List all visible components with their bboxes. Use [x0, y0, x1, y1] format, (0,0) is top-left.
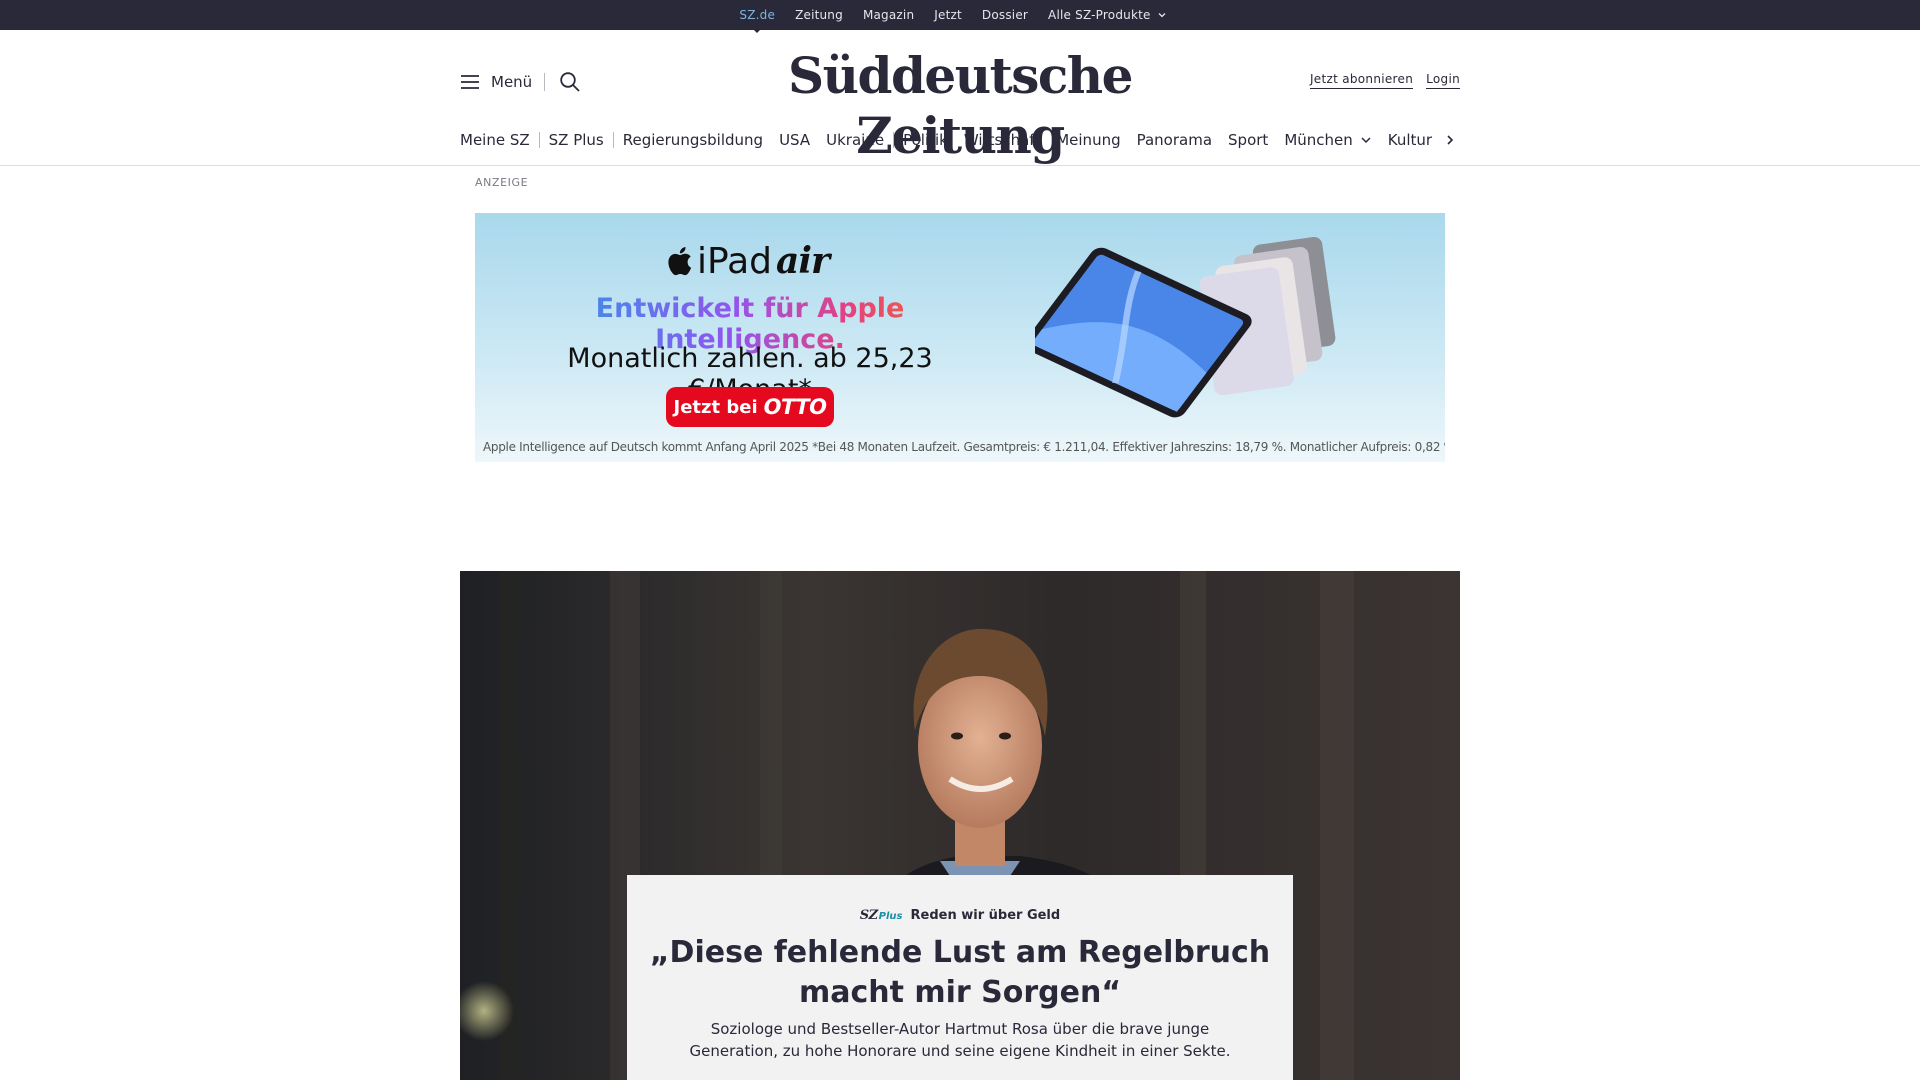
- nav-item-muenchen[interactable]: München: [1284, 131, 1371, 149]
- nav-item-kultur[interactable]: Kultur: [1388, 131, 1432, 149]
- chevron-down-icon: [1361, 137, 1371, 144]
- ad-footnote: Apple Intelligence auf Deutsch kommt Anf…: [483, 440, 1445, 454]
- all-products-dropdown[interactable]: Alle SZ-Produkte: [1048, 8, 1167, 22]
- subscribe-link[interactable]: Jetzt abonnieren: [1309, 72, 1414, 89]
- teaser-headline[interactable]: „Diese fehlende Lust am Regelbruch macht…: [647, 933, 1273, 1012]
- product-link-magazin[interactable]: Magazin: [863, 8, 914, 22]
- product-links: SZ.de Zeitung Magazin Jetzt Dossier Alle…: [739, 8, 1166, 22]
- ad-brand-suffix: air: [776, 240, 830, 282]
- article-teaser-card[interactable]: SZ Plus Reden wir über Geld „Diese fehle…: [627, 875, 1293, 1080]
- header-divider: [0, 165, 1920, 166]
- menu-label: Menü: [491, 73, 533, 91]
- ad-brand-name: iPad: [697, 240, 773, 282]
- section-navigation: Meine SZ SZ Plus Regierungsbildung USA U…: [460, 126, 1460, 154]
- ad-brand: iPad air: [665, 240, 830, 282]
- nav-scroll-right-button[interactable]: [1440, 130, 1460, 150]
- sz-plus-badge: SZ Plus: [860, 908, 903, 923]
- nav-item-muenchen-label: München: [1284, 131, 1353, 149]
- site-header: Menü Süddeutsche Zeitung Jetzt abonniere…: [460, 30, 1460, 165]
- ad-cta-brand: OTTO: [763, 395, 827, 419]
- nav-item-regierungsbildung[interactable]: Regierungsbildung: [623, 131, 763, 149]
- nav-divider: [893, 132, 895, 148]
- nav-item-meinung[interactable]: Meinung: [1056, 131, 1120, 149]
- nav-item-panorama[interactable]: Panorama: [1137, 131, 1212, 149]
- nav-item-usa[interactable]: USA: [779, 131, 810, 149]
- nav-divider: [612, 132, 614, 148]
- ad-cta-button[interactable]: Jetzt bei OTTO: [666, 387, 834, 427]
- hamburger-icon: [461, 75, 479, 89]
- ad-label: ANZEIGE: [475, 176, 529, 189]
- product-link-zeitung[interactable]: Zeitung: [795, 8, 843, 22]
- ipad-devices-image: [1035, 236, 1336, 418]
- nav-item-meine-sz[interactable]: Meine SZ: [460, 131, 530, 149]
- nav-item-wirtschaft[interactable]: Wirtschaft: [964, 131, 1040, 149]
- search-button[interactable]: [558, 70, 582, 94]
- sz-plus-badge-sz: SZ: [859, 908, 878, 923]
- account-links: Jetzt abonnieren Login: [1309, 72, 1460, 89]
- all-products-label: Alle SZ-Produkte: [1048, 8, 1151, 22]
- chevron-right-icon: [1447, 135, 1454, 145]
- search-icon: [560, 72, 580, 92]
- menu-button[interactable]: Menü: [460, 73, 532, 91]
- nav-item-sport[interactable]: Sport: [1228, 131, 1268, 149]
- teaser-kicker: SZ Plus Reden wir über Geld: [627, 908, 1293, 923]
- apple-logo-icon: [668, 247, 692, 276]
- product-link-dossier[interactable]: Dossier: [982, 8, 1028, 22]
- login-link[interactable]: Login: [1426, 72, 1460, 89]
- nav-divider: [538, 132, 540, 148]
- ad-cta-label: Jetzt bei: [673, 396, 758, 418]
- sz-plus-badge-plus: Plus: [878, 911, 903, 922]
- chevron-down-icon: [1158, 13, 1166, 18]
- menu-divider: [544, 73, 546, 91]
- menu-search-group: Menü: [460, 70, 582, 94]
- teaser-kicker-text: Reden wir über Geld: [910, 908, 1061, 923]
- product-link-jetzt[interactable]: Jetzt: [934, 8, 962, 22]
- nav-item-sz-plus[interactable]: SZ Plus: [549, 131, 604, 149]
- nav-item-politik[interactable]: Politik: [903, 131, 948, 149]
- nav-item-ukraine[interactable]: Ukraine: [826, 131, 884, 149]
- teaser-lead: Soziologe und Bestseller-Autor Hartmut R…: [689, 1020, 1231, 1060]
- product-link-szde[interactable]: SZ.de: [739, 8, 775, 22]
- ad-banner[interactable]: iPad air Entwickelt für Apple Intelligen…: [475, 213, 1445, 462]
- product-bar: SZ.de Zeitung Magazin Jetzt Dossier Alle…: [0, 0, 1920, 30]
